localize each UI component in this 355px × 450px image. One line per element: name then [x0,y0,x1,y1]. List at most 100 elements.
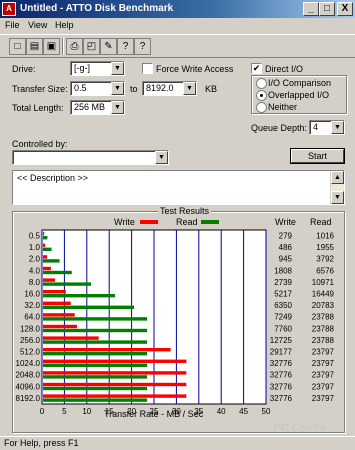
client-area: Drive: [-g-] ▼ Force Write Access ✔ Dire… [0,58,355,436]
toolbar-separator [62,38,64,55]
read-value: 23788 [312,324,335,333]
save-icon[interactable]: ▣ [43,38,60,55]
minimize-button[interactable]: _ [303,2,319,16]
y-tick-label: 1024.0 [16,359,41,368]
print-preview-icon[interactable]: ◰ [83,38,100,55]
status-bar: For Help, press F1 [0,436,355,450]
toolbar: □ ▤ ▣ ⎙ ◰ ✎ ? ? [0,34,355,58]
read-bar [43,352,148,356]
write-value: 32776 [270,371,293,380]
read-bar [43,317,148,321]
y-tick-label: 8192.0 [16,394,41,403]
read-bar [43,375,148,379]
read-bar [43,282,91,286]
new-icon[interactable]: □ [9,38,26,55]
read-value: 16449 [312,290,335,299]
read-value: 23797 [312,394,335,403]
read-value: 23788 [312,313,335,322]
write-bar [43,371,187,375]
write-value: 6350 [274,301,292,310]
read-value: 3792 [316,255,334,264]
read-value: 23797 [312,348,335,357]
write-bar [43,359,187,363]
read-bar [43,398,148,402]
read-value: 10971 [312,278,335,287]
y-tick-label: 4.0 [29,266,41,275]
title-bar[interactable]: A Untitled - ATTO Disk Benchmark _ □ X [0,0,355,18]
write-bar [43,348,171,352]
read-value: 23797 [312,371,335,380]
read-bar [43,340,148,344]
read-bar [43,270,72,275]
write-bar [43,394,187,398]
write-value: 279 [279,232,293,241]
write-value: 32776 [270,359,293,368]
x-tick-label: 0 [40,407,45,416]
write-bar [43,266,51,271]
y-tick-label: 0.5 [29,232,41,241]
x-tick-label: 40 [217,407,226,416]
read-value: 23788 [312,336,335,345]
write-value: 32776 [270,382,293,391]
read-bar [43,328,148,333]
app-icon[interactable]: A [2,2,16,16]
y-tick-label: 1.0 [29,243,41,252]
menu-bar: File View Help [0,18,355,34]
write-bar [43,255,48,259]
read-value: 1955 [316,243,334,252]
wrench-icon[interactable]: ✎ [100,38,117,55]
open-icon[interactable]: ▤ [26,38,43,55]
transfer-rate-chart: 0 5 10 15 20 25 30 35 40 45 500.5 279 10161.0 486 1955… [16,229,335,416]
help-icon[interactable]: ? [117,38,134,55]
x-tick-label: 10 [82,407,91,416]
read-bar [43,247,52,251]
window-title: Untitled - ATTO Disk Benchmark [20,3,174,14]
y-tick-label: 64.0 [24,313,40,322]
write-bar [43,290,66,294]
x-tick-label: 50 [262,407,271,416]
write-bar [43,382,187,387]
write-bar [43,313,75,317]
read-bar [43,363,148,367]
y-tick-label: 512.0 [20,348,41,357]
menu-file[interactable]: File [5,20,20,30]
print-icon[interactable]: ⎙ [66,38,83,55]
write-bar [43,301,71,305]
menu-help[interactable]: Help [55,20,74,30]
y-tick-label: 2.0 [29,255,41,264]
y-tick-label: 256.0 [20,336,41,345]
read-value: 23797 [312,382,335,391]
x-axis-label: Transfer Rate - MB / Sec [104,409,204,419]
menu-view[interactable]: View [28,20,47,30]
y-tick-label: 16.0 [24,290,40,299]
write-bar [43,243,46,247]
read-value: 6576 [316,266,334,275]
write-value: 7760 [274,324,292,333]
write-value: 5217 [274,290,292,299]
read-bar [43,236,48,240]
watermark: PC Centre [273,422,327,434]
write-value: 29177 [270,348,293,357]
write-value: 1808 [274,266,292,275]
x-tick-label: 45 [239,407,248,416]
read-bar [43,305,134,309]
write-bar [43,324,77,329]
y-tick-label: 32.0 [24,301,40,310]
close-button[interactable]: X [337,2,353,16]
maximize-button[interactable]: □ [319,2,335,16]
y-tick-label: 128.0 [20,324,41,333]
y-tick-label: 4096.0 [16,382,41,391]
write-value: 32776 [270,394,293,403]
write-value: 12725 [270,336,293,345]
read-bar [43,386,148,391]
write-value: 2739 [274,278,292,287]
write-bar [43,232,45,236]
read-bar [43,294,115,298]
write-value: 7249 [274,313,292,322]
write-value: 486 [279,243,293,252]
read-value: 1016 [316,232,334,241]
x-tick-label: 5 [62,407,67,416]
read-value: 20783 [312,301,335,310]
read-bar [43,259,60,263]
context-help-icon[interactable]: ? [134,38,151,55]
